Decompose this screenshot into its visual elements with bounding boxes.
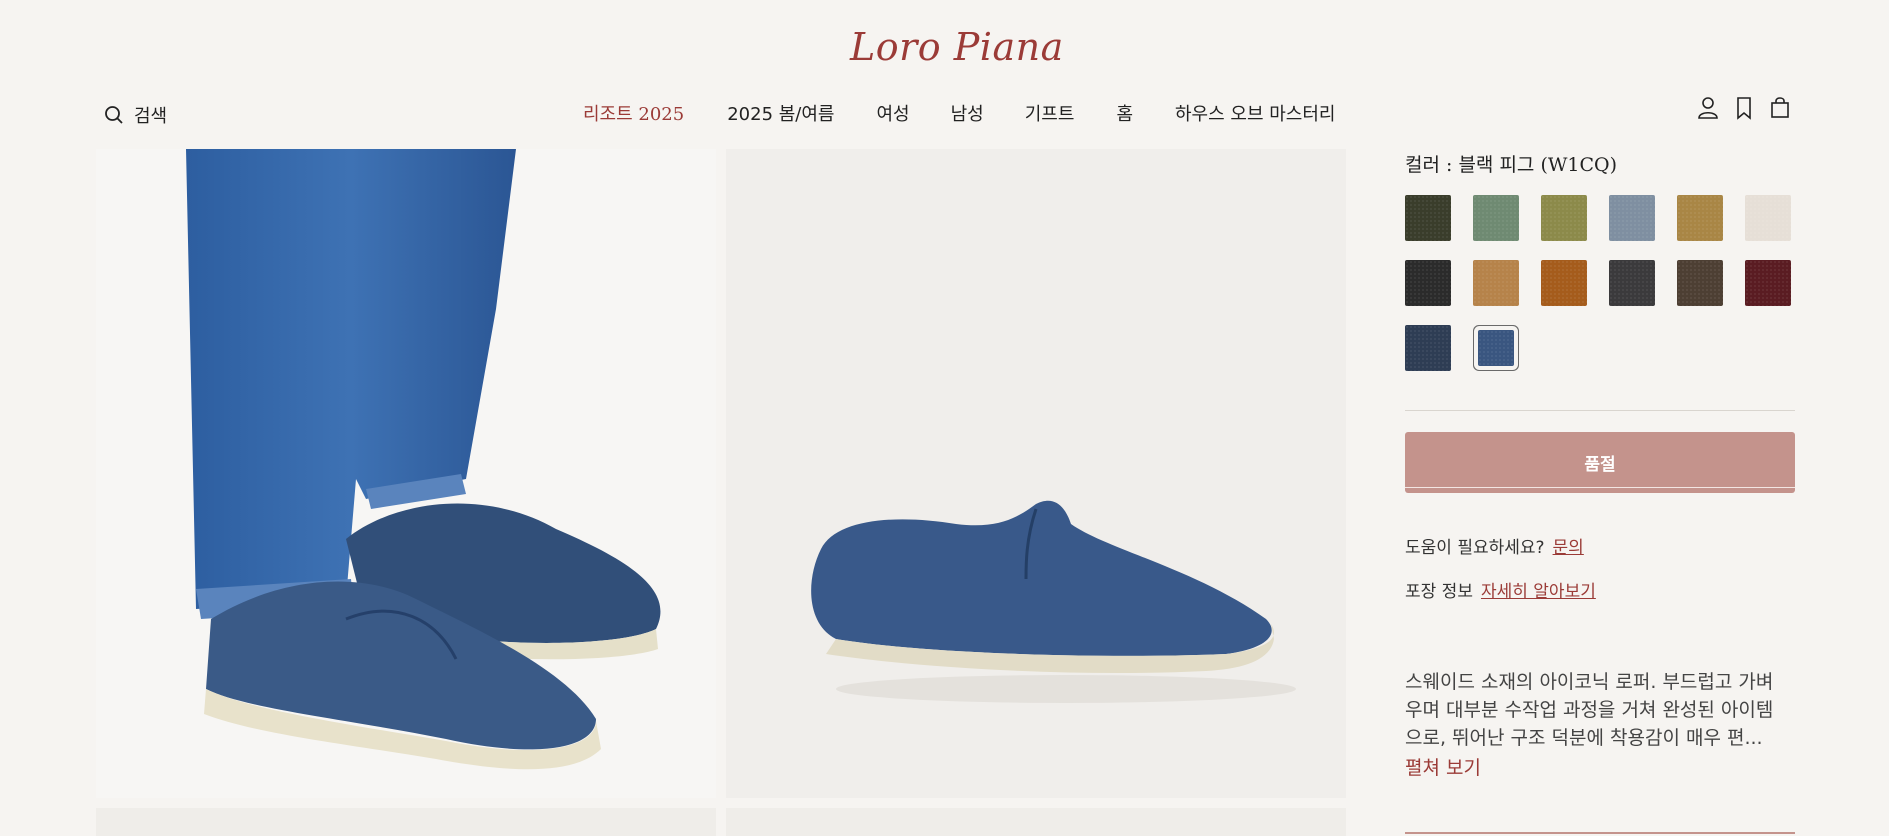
loafer-worn-illustration: [96, 149, 716, 798]
search-icon: [105, 106, 123, 124]
product-image-4[interactable]: [726, 808, 1346, 836]
swatch-1[interactable]: [1405, 195, 1451, 241]
search-label: 검색: [134, 106, 168, 127]
nav-item-gifts[interactable]: 기프트: [1025, 100, 1075, 126]
swatch-9[interactable]: [1541, 260, 1587, 306]
divider: [1405, 410, 1795, 411]
color-swatches: [1405, 195, 1795, 371]
nav-item-home[interactable]: 홈: [1116, 100, 1133, 126]
swatch-10[interactable]: [1609, 260, 1655, 306]
swatch-14-selected[interactable]: [1478, 330, 1514, 366]
nav-item-house-of-mastery[interactable]: 하우스 오브 마스터리: [1175, 100, 1335, 126]
swatch-7[interactable]: [1405, 260, 1451, 306]
main-nav: 리조트 2025 2025 봄/여름 여성 남성 기프트 홈 하우스 오브 마스…: [583, 100, 1335, 126]
account-icon[interactable]: [1697, 96, 1719, 120]
swatch-6[interactable]: [1745, 195, 1791, 241]
nav-item-spring-summer[interactable]: 2025 봄/여름: [727, 100, 834, 126]
swatch-8[interactable]: [1473, 260, 1519, 306]
product-image-3[interactable]: [96, 808, 716, 836]
swatch-5[interactable]: [1677, 195, 1723, 241]
header-actions: [1697, 96, 1791, 120]
read-more-link[interactable]: 펼쳐 보기: [1405, 753, 1481, 780]
swatch-3[interactable]: [1541, 195, 1587, 241]
sold-out-button[interactable]: 품절: [1405, 432, 1795, 493]
help-text: 도움이 필요하세요?: [1405, 538, 1545, 558]
packaging-text: 포장 정보: [1405, 582, 1473, 602]
packaging-row: 포장 정보 자세히 알아보기: [1405, 577, 1596, 602]
wishlist-icon[interactable]: [1733, 96, 1755, 120]
brand-logo[interactable]: Loro Piana: [838, 20, 1063, 74]
contact-link[interactable]: 문의: [1553, 538, 1584, 558]
help-row: 도움이 필요하세요? 문의: [1405, 533, 1584, 558]
swatch-12[interactable]: [1745, 260, 1791, 306]
swatch-11[interactable]: [1677, 260, 1723, 306]
loafer-side-illustration: [726, 149, 1346, 798]
shopping-bag-icon[interactable]: [1769, 96, 1791, 120]
bottom-button-edge: [1405, 832, 1795, 834]
nav-item-men[interactable]: 남성: [951, 100, 984, 126]
product-description: 스웨이드 소재의 아이코닉 로퍼. 부드럽고 가벼우며 대부분 수작업 과정을 …: [1405, 671, 1774, 749]
brand-name: Loro Piana: [850, 25, 1064, 69]
swatch-4[interactable]: [1609, 195, 1655, 241]
learn-more-link[interactable]: 자세히 알아보기: [1481, 582, 1596, 602]
search-button[interactable]: 검색: [104, 102, 167, 128]
nav-item-resort-2025[interactable]: 리조트 2025: [583, 100, 684, 126]
nav-item-women[interactable]: 여성: [877, 100, 910, 126]
color-label: 컬러 : 블랙 피그 (W1CQ): [1405, 154, 1617, 176]
product-image-side[interactable]: [726, 149, 1346, 798]
swatch-13[interactable]: [1405, 325, 1451, 371]
product-image-worn[interactable]: [96, 149, 716, 798]
swatch-2[interactable]: [1473, 195, 1519, 241]
